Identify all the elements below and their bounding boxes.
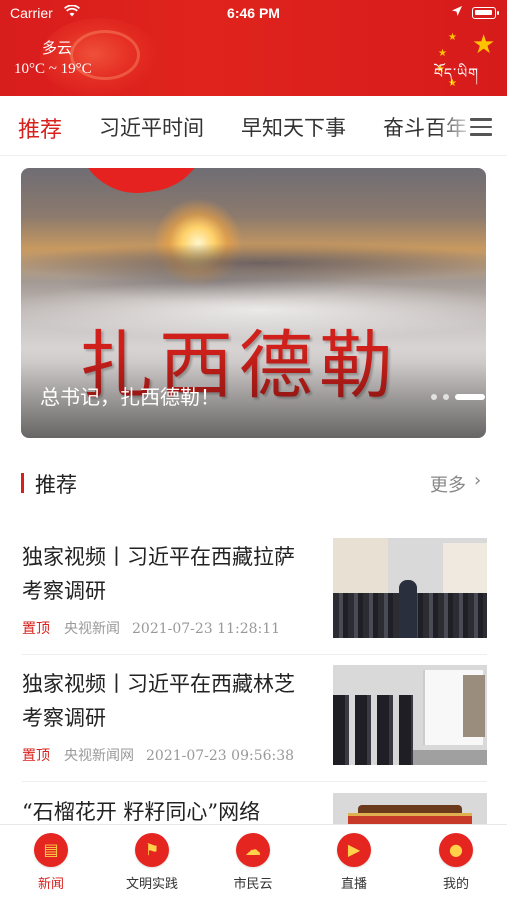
nav-label: 市民云 (233, 877, 273, 892)
battery-icon (472, 7, 499, 19)
nav-label: 新闻 (37, 877, 64, 892)
nav-mine[interactable]: ● 我的 (416, 833, 496, 892)
news-title[interactable]: 独家视频丨习近平在西藏林芝考察调研 (22, 667, 312, 735)
nav-civilization[interactable]: ⚑ 文明实践 (112, 833, 192, 892)
carousel-dot-active[interactable] (455, 394, 485, 400)
section-header: 推荐 更多 › (0, 456, 507, 512)
user-icon: ● (439, 833, 473, 867)
nav-label: 我的 (442, 877, 469, 892)
news-time: 2021-07-23 11:28:11 (132, 621, 281, 637)
pinned-badge: 置顶 (22, 748, 50, 764)
news-thumbnail[interactable] (333, 665, 487, 765)
nav-label: 文明实践 (125, 877, 178, 892)
flag-icon: ⚑ (135, 833, 169, 867)
live-tv-icon: ▶ (337, 833, 371, 867)
chevron-right-icon[interactable]: › (474, 470, 481, 491)
divider (22, 654, 487, 655)
tab-morning-news[interactable]: 早知天下事 (241, 112, 346, 142)
weather-temperature: 10°C ~ 19°C (14, 61, 92, 77)
news-source: 央视新闻 (64, 621, 120, 637)
header: Carrier 6:46 PM 多云 10°C ~ 19°C ★ ★ ★ ★ ★… (0, 0, 507, 96)
tibetan-logo-text: བོད་ཡིག (434, 66, 480, 82)
carousel-dot[interactable] (431, 394, 437, 400)
category-tabs: 推荐 习近平时间 早知天下事 奋斗百年 (0, 96, 507, 156)
nav-live[interactable]: ▶ 直播 (314, 833, 394, 892)
pinned-badge: 置顶 (22, 621, 50, 637)
news-time: 2021-07-23 09:56:38 (146, 748, 295, 764)
news-icon: ▤ (34, 833, 68, 867)
news-meta: 置顶 央视新闻网 2021-07-23 09:56:38 (22, 745, 294, 765)
carousel-dot[interactable] (443, 394, 449, 400)
thumb-people (333, 695, 413, 765)
banner-carousel[interactable]: 扎西德勒 总书记，扎西德勒！ (21, 168, 486, 438)
news-thumbnail[interactable] (333, 538, 487, 638)
nav-citizen-cloud[interactable]: ☁ 市民云 (213, 833, 293, 892)
banner-red-ribbon (77, 168, 215, 201)
news-meta: 置顶 央视新闻 2021-07-23 11:28:11 (22, 618, 280, 638)
section-accent-bar (21, 473, 24, 493)
nav-news[interactable]: ▤ 新闻 (11, 833, 91, 892)
divider (22, 781, 487, 782)
thumb-person (399, 580, 417, 638)
citizen-cloud-icon: ☁ (236, 833, 270, 867)
banner-caption: 总书记，扎西德勒！ (40, 385, 220, 409)
nav-label: 直播 (340, 877, 367, 892)
menu-icon[interactable] (470, 118, 492, 136)
news-source: 央视新闻网 (64, 748, 134, 764)
location-arrow-icon (451, 5, 463, 20)
thumb-roof (358, 805, 462, 813)
bottom-nav: ▤ 新闻 ⚑ 文明实践 ☁ 市民云 ▶ 直播 ● 我的 (0, 824, 507, 900)
weather-condition: 多云 (42, 39, 73, 57)
tab-recommend[interactable]: 推荐 (18, 112, 62, 144)
tab-xi-time[interactable]: 习近平时间 (99, 112, 204, 142)
thumb-board (463, 675, 485, 737)
section-title: 推荐 (35, 473, 77, 497)
app-screen: Carrier 6:46 PM 多云 10°C ~ 19°C ★ ★ ★ ★ ★… (0, 0, 507, 900)
status-bar: Carrier 6:46 PM (0, 0, 507, 28)
big-star-icon: ★ (472, 30, 496, 60)
more-link[interactable]: 更多 (430, 471, 466, 497)
small-star-icon: ★ (448, 32, 457, 43)
clock: 6:46 PM (227, 5, 280, 21)
news-title[interactable]: 独家视频丨习近平在西藏拉萨考察调研 (22, 540, 312, 608)
